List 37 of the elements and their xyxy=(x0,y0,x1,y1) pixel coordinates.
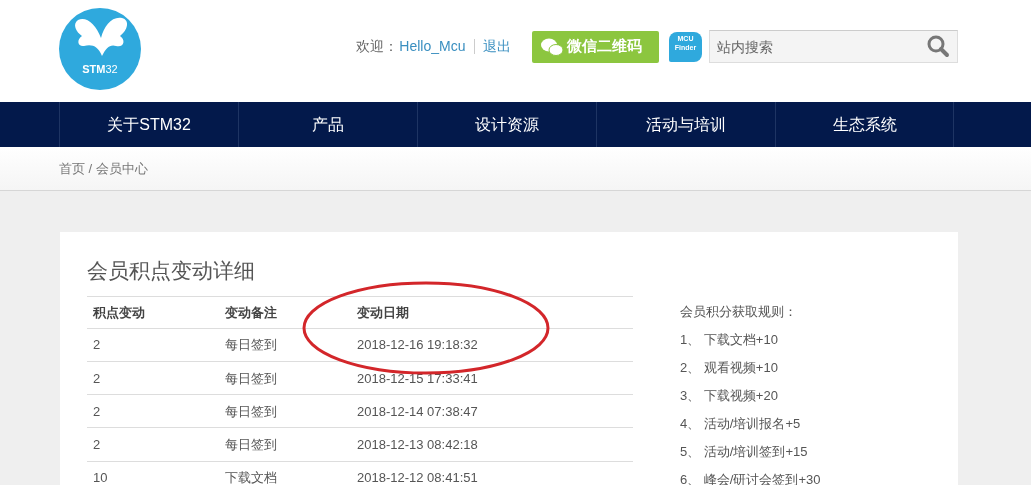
divider-line xyxy=(473,39,475,54)
logo[interactable]: STM32 xyxy=(59,8,141,90)
column-header: 变动备注 xyxy=(219,296,351,329)
table-cell: 每日签到 xyxy=(219,361,351,395)
table-cell: 2018-12-12 08:41:51 xyxy=(351,461,633,485)
breadcrumb-link[interactable]: 首页 xyxy=(59,158,85,179)
table-cell: 下载文档 xyxy=(219,461,351,485)
table-cell: 2018-12-14 07:38:47 xyxy=(351,394,633,428)
table-cell: 2018-12-16 19:18:32 xyxy=(351,328,633,362)
rules-title: 会员积分获取规则： xyxy=(680,303,798,322)
rule-item: 2、 观看视频+10 xyxy=(680,359,779,378)
rule-item: 5、 活动/培训签到+15 xyxy=(680,443,809,462)
rule-item: 1、 下载文档+10 xyxy=(680,331,779,350)
table-cell: 每日签到 xyxy=(219,394,351,428)
search-icon[interactable] xyxy=(926,34,950,58)
column-header: 变动日期 xyxy=(351,296,633,329)
table-cell: 2 xyxy=(87,361,219,395)
logo-text: STM32 xyxy=(81,64,119,75)
table-cell: 2018-12-15 17:33:41 xyxy=(351,361,633,395)
welcome-label: 欢迎： xyxy=(356,37,399,56)
table-cell: 10 xyxy=(87,461,219,485)
column-header: 积点变动 xyxy=(87,296,219,329)
table-cell: 2 xyxy=(87,427,219,462)
table-cell: 2 xyxy=(87,394,219,428)
table-cell: 2018-12-13 08:42:18 xyxy=(351,427,633,462)
table-cell: 2 xyxy=(87,328,219,362)
breadcrumb-separator: / xyxy=(88,159,93,178)
chat-bubbles-icon xyxy=(539,36,564,57)
search-field[interactable]: 站内搜索 xyxy=(709,30,958,63)
card-title: 会员积点变动详细 xyxy=(87,258,256,284)
rule-item: 4、 活动/培训报名+5 xyxy=(680,415,802,434)
logout-link[interactable]: 退出 xyxy=(482,36,511,57)
username-link[interactable]: Hello_Mcu xyxy=(399,36,466,57)
rule-item: 3、 下载视频+20 xyxy=(680,387,779,406)
table-cell: 每日签到 xyxy=(219,427,351,462)
table-cell: 每日签到 xyxy=(219,328,351,362)
breadcrumb-link[interactable]: 会员中心 xyxy=(95,158,148,179)
